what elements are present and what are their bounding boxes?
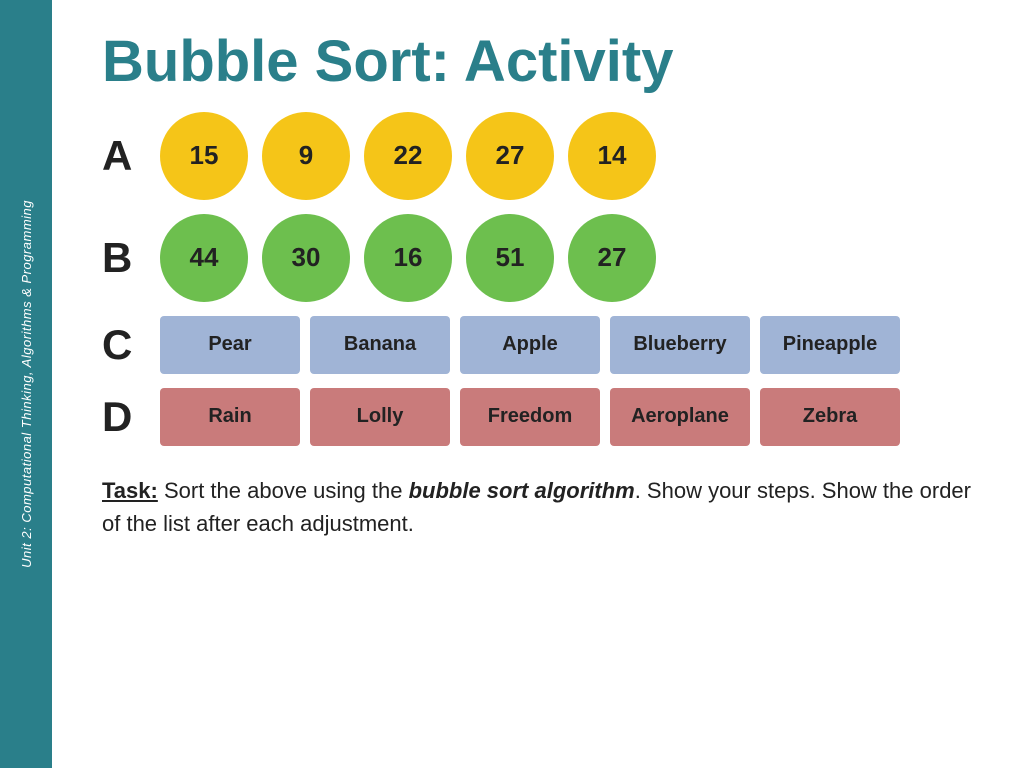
circle-a-2: 9 bbox=[262, 112, 350, 200]
row-d-boxes: Rain Lolly Freedom Aeroplane Zebra bbox=[160, 388, 900, 446]
circle-b-3: 16 bbox=[364, 214, 452, 302]
row-c-label: C bbox=[102, 321, 160, 369]
circle-a-1: 15 bbox=[160, 112, 248, 200]
task-text1: Sort the above using the bbox=[158, 478, 409, 503]
box-c-5: Pineapple bbox=[760, 316, 900, 374]
task-highlight: bubble sort algorithm bbox=[409, 478, 635, 503]
box-d-4: Aeroplane bbox=[610, 388, 750, 446]
box-c-1: Pear bbox=[160, 316, 300, 374]
circle-a-4: 27 bbox=[466, 112, 554, 200]
task-section: Task: Sort the above using the bubble so… bbox=[102, 474, 974, 540]
sidebar: Unit 2: Computational Thinking, Algorith… bbox=[0, 0, 52, 768]
task-label: Task: bbox=[102, 478, 158, 503]
page-title: Bubble Sort: Activity bbox=[102, 30, 974, 94]
box-d-5: Zebra bbox=[760, 388, 900, 446]
circle-a-3: 22 bbox=[364, 112, 452, 200]
circle-b-2: 30 bbox=[262, 214, 350, 302]
circle-b-5: 27 bbox=[568, 214, 656, 302]
row-a: A 15 9 22 27 14 bbox=[102, 112, 974, 200]
main-content: Bubble Sort: Activity A 15 9 22 27 14 B … bbox=[52, 0, 1024, 768]
box-c-2: Banana bbox=[310, 316, 450, 374]
sidebar-label: Unit 2: Computational Thinking, Algorith… bbox=[19, 200, 34, 568]
box-c-3: Apple bbox=[460, 316, 600, 374]
row-a-circles: 15 9 22 27 14 bbox=[160, 112, 656, 200]
row-d-label: D bbox=[102, 393, 160, 441]
row-c-boxes: Pear Banana Apple Blueberry Pineapple bbox=[160, 316, 900, 374]
row-c: C Pear Banana Apple Blueberry Pineapple bbox=[102, 316, 974, 374]
row-b-label: B bbox=[102, 234, 160, 282]
box-d-1: Rain bbox=[160, 388, 300, 446]
row-b: B 44 30 16 51 27 bbox=[102, 214, 974, 302]
circle-b-1: 44 bbox=[160, 214, 248, 302]
row-b-circles: 44 30 16 51 27 bbox=[160, 214, 656, 302]
box-d-2: Lolly bbox=[310, 388, 450, 446]
box-c-4: Blueberry bbox=[610, 316, 750, 374]
box-d-3: Freedom bbox=[460, 388, 600, 446]
circle-b-4: 51 bbox=[466, 214, 554, 302]
row-d: D Rain Lolly Freedom Aeroplane Zebra bbox=[102, 388, 974, 446]
circle-a-5: 14 bbox=[568, 112, 656, 200]
row-a-label: A bbox=[102, 132, 160, 180]
